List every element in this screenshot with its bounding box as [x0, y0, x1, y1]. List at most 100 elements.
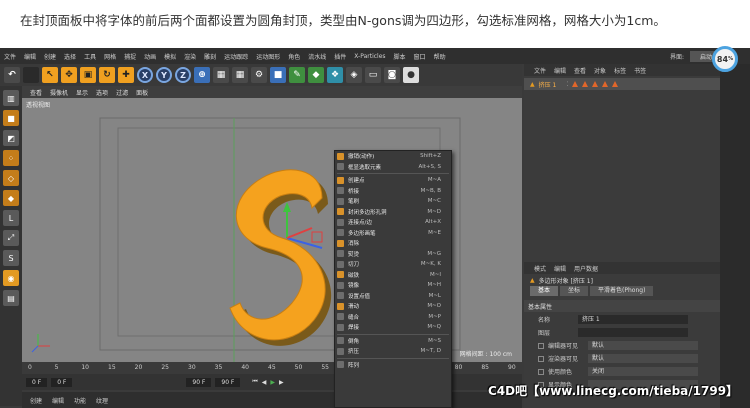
menu-create[interactable]: 创建	[40, 52, 60, 61]
viewport-menu-view[interactable]: 查看	[30, 88, 42, 97]
obj-menu-tag[interactable]: 标签	[614, 66, 626, 75]
attr-menu-mode[interactable]: 模式	[534, 264, 546, 273]
editor-visible-select[interactable]: 默认	[588, 341, 698, 350]
viewport-menu-display[interactable]: 显示	[76, 88, 88, 97]
recent-tool-icon[interactable]: ✚	[118, 67, 134, 83]
menu-render[interactable]: 渲染	[180, 52, 200, 61]
menu-character[interactable]: 角色	[284, 52, 304, 61]
menu-pipeline[interactable]: 流水线	[304, 52, 330, 61]
context-menu-item[interactable]: 创建点 M~A	[335, 175, 451, 186]
viewport-menu-filter[interactable]: 过滤	[116, 88, 128, 97]
tag-triangle-icon[interactable]	[602, 81, 609, 87]
tag-triangle-icon[interactable]	[582, 81, 589, 87]
tab-phong[interactable]: 平滑着色(Phong)	[590, 286, 654, 296]
x-axis-lock-icon[interactable]: X	[137, 67, 153, 83]
obj-menu-file[interactable]: 文件	[534, 66, 546, 75]
context-menu-item[interactable]: 消除	[335, 238, 451, 249]
obj-menu-edit[interactable]: 编辑	[554, 66, 566, 75]
material-menu-edit[interactable]: 编辑	[52, 396, 64, 405]
viewport-menu-panel[interactable]: 面板	[136, 88, 148, 97]
tab-coordinates[interactable]: 坐标	[560, 286, 589, 296]
menu-xparticles[interactable]: X-Particles	[350, 53, 389, 60]
y-axis-lock-icon[interactable]: Y	[156, 67, 172, 83]
attr-menu-edit[interactable]: 编辑	[554, 264, 566, 273]
context-menu-item[interactable]: 封闭多边形孔洞 M~D	[335, 207, 451, 218]
material-menu-create[interactable]: 创建	[30, 396, 42, 405]
object-row-extrude[interactable]: ▲ 挤压 1 ⁚	[524, 78, 720, 90]
tweak-mode-icon[interactable]: ⤢	[3, 230, 19, 246]
obj-menu-object[interactable]: 对象	[594, 66, 606, 75]
use-color-select[interactable]: 关闭	[588, 367, 698, 376]
make-editable-icon[interactable]: ▥	[3, 90, 19, 106]
checkbox-icon[interactable]	[538, 342, 544, 349]
coordinate-system-icon[interactable]: ⊕	[194, 67, 210, 83]
context-menu-item[interactable]: 连接点/边 Alt+X	[335, 217, 451, 228]
axis-mode-icon[interactable]: L	[3, 210, 19, 226]
edge-mode-icon[interactable]: ◇	[3, 170, 19, 186]
scale-icon[interactable]: ▣	[80, 67, 96, 83]
tag-triangle-icon[interactable]	[592, 81, 599, 87]
point-mode-icon[interactable]: ⁘	[3, 150, 19, 166]
redo-icon[interactable]	[23, 67, 39, 83]
viewport-menu-camera[interactable]: 摄像机	[50, 88, 68, 97]
rotate-icon[interactable]: ↻	[99, 67, 115, 83]
current-frame-field[interactable]: 0 F	[51, 377, 73, 387]
viewport-menu-options[interactable]: 选项	[96, 88, 108, 97]
context-menu-item[interactable]: 桥接 M~B, B	[335, 186, 451, 197]
context-menu-item[interactable]: 设置点值 M~L	[335, 291, 451, 302]
pen-spline-icon[interactable]: ✎	[289, 67, 305, 83]
floor-icon[interactable]: ▭	[365, 67, 381, 83]
menu-tools[interactable]: 工具	[80, 52, 100, 61]
model-mode-icon[interactable]: ■	[3, 110, 19, 126]
context-menu-item[interactable]: 多边形画笔 M~E	[335, 228, 451, 239]
solo-icon[interactable]: ▤	[3, 290, 19, 306]
menu-snap[interactable]: 捕捉	[120, 52, 140, 61]
render-picture-viewer-icon[interactable]: ▦	[232, 67, 248, 83]
z-axis-lock-icon[interactable]: Z	[175, 67, 191, 83]
cloner-icon[interactable]: ❖	[327, 67, 343, 83]
attr-menu-userdata[interactable]: 用户数据	[574, 264, 598, 273]
context-menu-item[interactable]: 滑动 M~O	[335, 301, 451, 312]
menu-mograph[interactable]: 运动图形	[252, 52, 284, 61]
play-icon[interactable]: ▶	[270, 379, 275, 386]
attribute-section-header[interactable]: 基本属性	[524, 300, 720, 312]
layer-field[interactable]	[578, 328, 688, 337]
context-menu-item[interactable]: 焊接 M~Q	[335, 322, 451, 333]
context-menu-item[interactable]: 倒角 M~S	[335, 336, 451, 347]
menu-sculpt[interactable]: 雕刻	[200, 52, 220, 61]
context-menu-item[interactable]: 挤压 M~T, D	[335, 346, 451, 357]
menu-file[interactable]: 文件	[0, 52, 20, 61]
context-menu-item[interactable]: 缝合 M~P	[335, 312, 451, 323]
menu-help[interactable]: 帮助	[430, 52, 450, 61]
deformer-icon[interactable]: ◈	[346, 67, 362, 83]
render-view-icon[interactable]: ▦	[213, 67, 229, 83]
cube-icon[interactable]: ■	[270, 67, 286, 83]
move-icon[interactable]: ✥	[61, 67, 77, 83]
menu-window[interactable]: 窗口	[410, 52, 430, 61]
menu-mesh[interactable]: 网格	[100, 52, 120, 61]
context-menu-item[interactable]: 磁铁 M~I	[335, 270, 451, 281]
context-menu-item[interactable]: 熨烫 M~G	[335, 249, 451, 260]
menu-script[interactable]: 脚本	[390, 52, 410, 61]
context-menu-item[interactable]: 阵列	[335, 360, 451, 371]
tab-basic[interactable]: 基本	[530, 286, 559, 296]
camera-icon[interactable]: ◙	[384, 67, 400, 83]
render-settings-icon[interactable]: ⚙	[251, 67, 267, 83]
obj-menu-bookmark[interactable]: 书签	[634, 66, 646, 75]
workplane-icon[interactable]: ◉	[3, 270, 19, 286]
light-icon[interactable]: ●	[403, 67, 419, 83]
menu-select[interactable]: 选择	[60, 52, 80, 61]
menu-simulate[interactable]: 模拟	[160, 52, 180, 61]
menu-plugins[interactable]: 插件	[330, 52, 350, 61]
subdivision-icon[interactable]: ◆	[308, 67, 324, 83]
snap-icon[interactable]: S	[3, 250, 19, 266]
end-frame-field[interactable]: 90 F	[186, 377, 212, 387]
undo-icon[interactable]: ↶	[4, 67, 20, 83]
context-menu-item[interactable]: 框显选取元素 Alt+S, S	[335, 162, 451, 173]
obj-menu-view[interactable]: 查看	[574, 66, 586, 75]
render-visible-select[interactable]: 默认	[588, 354, 698, 363]
menu-edit[interactable]: 编辑	[20, 52, 40, 61]
name-field[interactable]: 挤压 1	[578, 315, 688, 324]
menu-animate[interactable]: 动画	[140, 52, 160, 61]
start-frame-field[interactable]: 0 F	[26, 377, 48, 387]
